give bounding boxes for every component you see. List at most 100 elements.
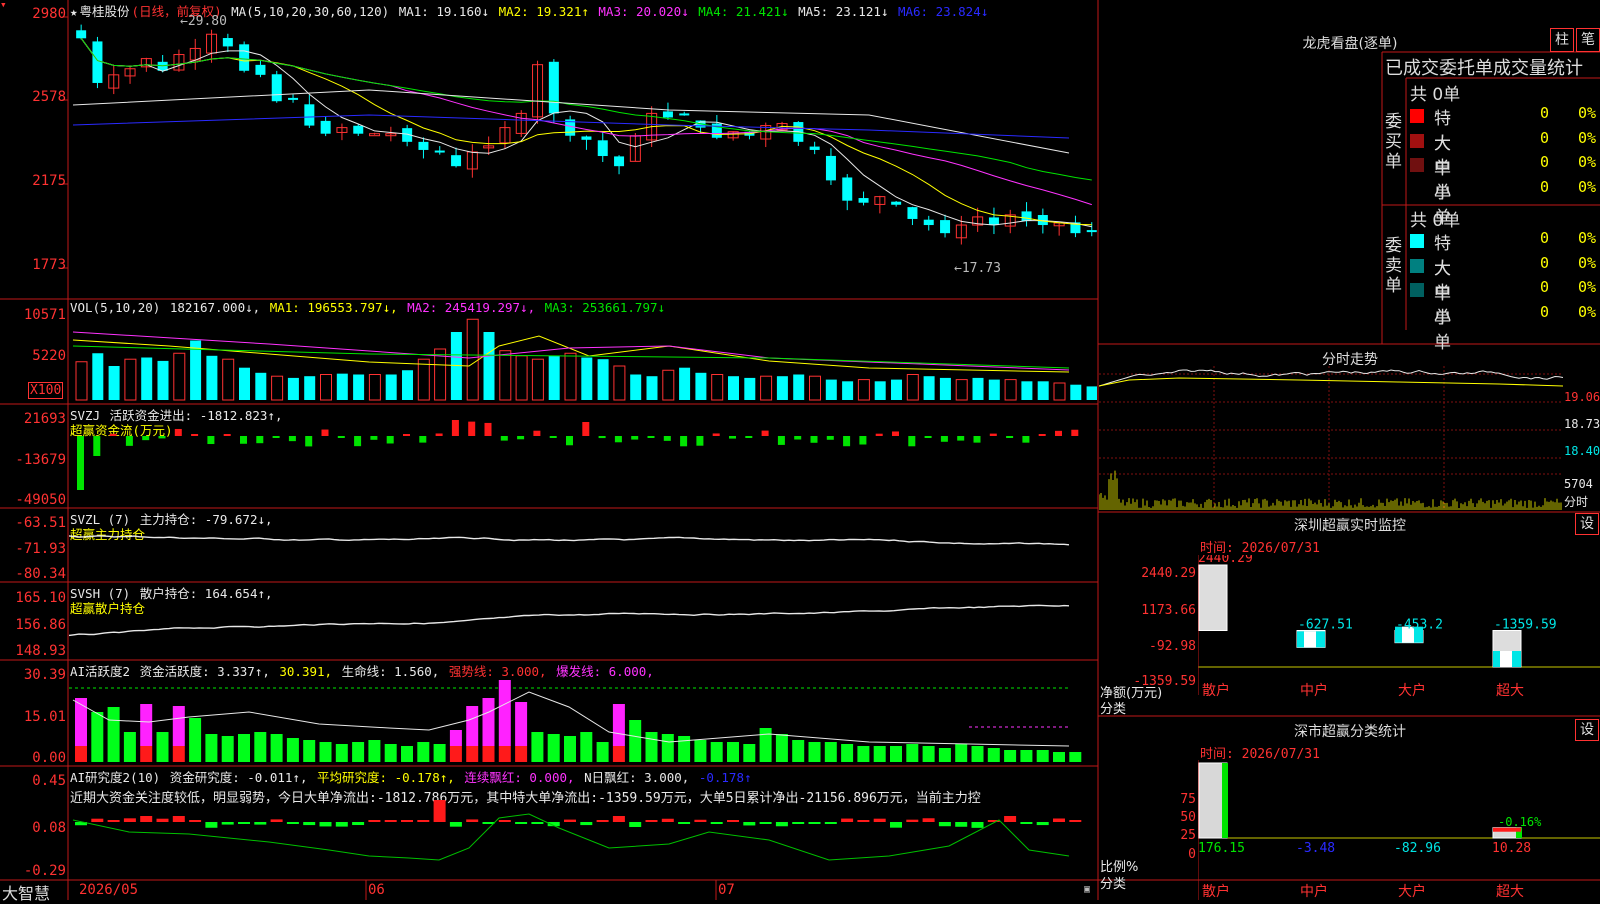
volume-bar xyxy=(1086,386,1097,400)
activity-bar xyxy=(906,744,919,762)
volume-bar xyxy=(728,376,739,400)
volume-bar xyxy=(222,358,235,401)
fund-flow-bar xyxy=(549,436,557,438)
volume-bar xyxy=(825,379,837,400)
candle-body xyxy=(907,207,918,219)
x-axis-date: 2026/05 xyxy=(79,882,139,898)
intraday-price-tick: 18.40 xyxy=(1564,444,1600,458)
x-axis-date: 07 xyxy=(718,882,735,898)
sz-monitor-value-label: -453.2 xyxy=(1396,618,1443,633)
fund-flow-bar xyxy=(370,436,378,440)
activity-bar xyxy=(140,746,153,762)
fund-flow-bar xyxy=(533,430,541,436)
candle-body xyxy=(940,220,951,234)
candle-body xyxy=(320,120,331,134)
activity-bar xyxy=(1069,752,1082,762)
activity-bar xyxy=(498,680,511,746)
sz-stats-category-label: 散户 xyxy=(1202,883,1230,900)
main-y-tick: 2175 xyxy=(32,173,66,189)
activity-bar xyxy=(743,744,756,762)
sz-monitor-y-tick: -92.98 xyxy=(1149,639,1196,654)
candle-body xyxy=(1086,230,1097,233)
research-bar xyxy=(107,820,120,822)
fund-flow-bar xyxy=(321,429,329,436)
fund-research-chart[interactable] xyxy=(69,800,1097,878)
volume-bar xyxy=(385,374,397,400)
volume-bar xyxy=(336,373,348,400)
research-bar xyxy=(922,818,935,822)
volume-bar xyxy=(157,360,169,400)
activity-bar xyxy=(612,704,625,746)
buy-total: 共 0单 xyxy=(1410,85,1461,105)
fund-flow-bar xyxy=(598,436,606,439)
activity-bar xyxy=(384,744,397,762)
research-bar xyxy=(873,818,886,822)
volume-bar xyxy=(1070,384,1082,400)
volume-bar xyxy=(1021,381,1033,400)
fund-flow-bar xyxy=(973,436,981,443)
sz-monitor-value-label: -627.51 xyxy=(1298,618,1353,633)
activity-bar xyxy=(612,746,625,762)
activity-bar xyxy=(449,730,462,746)
volume-bar xyxy=(108,366,120,400)
sz-monitor-bar xyxy=(1198,564,1228,632)
lock-icon[interactable]: ▣ xyxy=(1084,884,1090,895)
main-position-chart[interactable] xyxy=(69,530,1097,580)
research-bar xyxy=(384,820,397,822)
sz-stats-y-tick: 25 xyxy=(1180,828,1196,843)
stock-name[interactable]: 粤桂股份 xyxy=(80,4,130,19)
volume-chart[interactable] xyxy=(69,316,1097,402)
fund-flow-bar xyxy=(631,436,639,440)
fund-flow-bar xyxy=(647,436,655,438)
sz-monitor-bar xyxy=(1500,651,1512,667)
sz-stats-y-tick: 75 xyxy=(1180,792,1196,807)
research-bar xyxy=(759,822,772,824)
ma3-value: MA3: 20.020↓ xyxy=(598,4,689,19)
intraday-chart[interactable] xyxy=(1099,366,1563,510)
ma2-value: MA2: 19.321↑ xyxy=(498,4,589,19)
volume-bar xyxy=(581,357,593,400)
fund-flow-bar xyxy=(451,420,459,436)
volume-bar xyxy=(402,370,413,400)
fund-flow-bar xyxy=(566,436,573,446)
sz-monitor-chart[interactable]: 2440.29 散户 -627.51 中户 -453.2 大户 -1359.59 超大 xyxy=(1198,555,1600,715)
fund-flow-bar xyxy=(810,436,818,443)
svsh-y-tick: 148.93 xyxy=(15,643,66,659)
activity-bar xyxy=(694,740,707,762)
svzl-y-tick: -63.51 xyxy=(15,515,66,531)
vol-y-tick: 10571 xyxy=(23,307,66,323)
sz-stats-settings-button[interactable]: 设 xyxy=(1575,719,1599,741)
activity-bar xyxy=(368,740,381,762)
sz-monitor-x-label: 分类 xyxy=(1100,702,1127,717)
activity-bar xyxy=(759,728,772,762)
fund-activity-chart[interactable] xyxy=(69,672,1097,764)
buy-side-label: 委买单 xyxy=(1385,112,1402,172)
retail-position-chart[interactable] xyxy=(69,596,1097,658)
fund-flow-bar xyxy=(125,436,133,446)
volume-bar xyxy=(988,379,1000,400)
bar-mode-button[interactable]: 柱 xyxy=(1550,28,1574,52)
sz-stats-chart[interactable]: 176.15 散户 -3.48 中户 -82.96 大户 10.28 超大 -0.16% xyxy=(1198,760,1600,900)
volume-bar xyxy=(92,353,104,400)
pen-mode-button[interactable]: 笔 xyxy=(1576,28,1600,52)
activity-bar xyxy=(938,748,951,762)
sz-monitor-settings-button[interactable]: 设 xyxy=(1575,513,1599,535)
ai-research-y-tick: -0.29 xyxy=(23,863,66,879)
research-bar xyxy=(564,819,576,822)
candle-body xyxy=(614,156,625,167)
activity-bar xyxy=(482,698,495,746)
fund-flow-bar xyxy=(1038,434,1046,436)
candlestick-chart[interactable] xyxy=(69,20,1097,298)
research-bar xyxy=(286,822,299,824)
ma-params[interactable]: MA(5,10,20,30,60,120) xyxy=(231,4,389,19)
fund-flow-chart[interactable] xyxy=(69,420,1097,506)
research-bar xyxy=(710,822,723,824)
research-bar xyxy=(1020,822,1033,824)
sz-monitor-time: 时间: 2026/07/31 xyxy=(1200,541,1320,556)
sz-stats-extra-label: -0.16% xyxy=(1498,815,1542,829)
research-bar xyxy=(91,818,104,822)
fund-flow-bar xyxy=(761,430,769,436)
volume-bar xyxy=(711,374,724,401)
candle-body xyxy=(255,64,266,75)
volume-bar xyxy=(499,350,512,401)
